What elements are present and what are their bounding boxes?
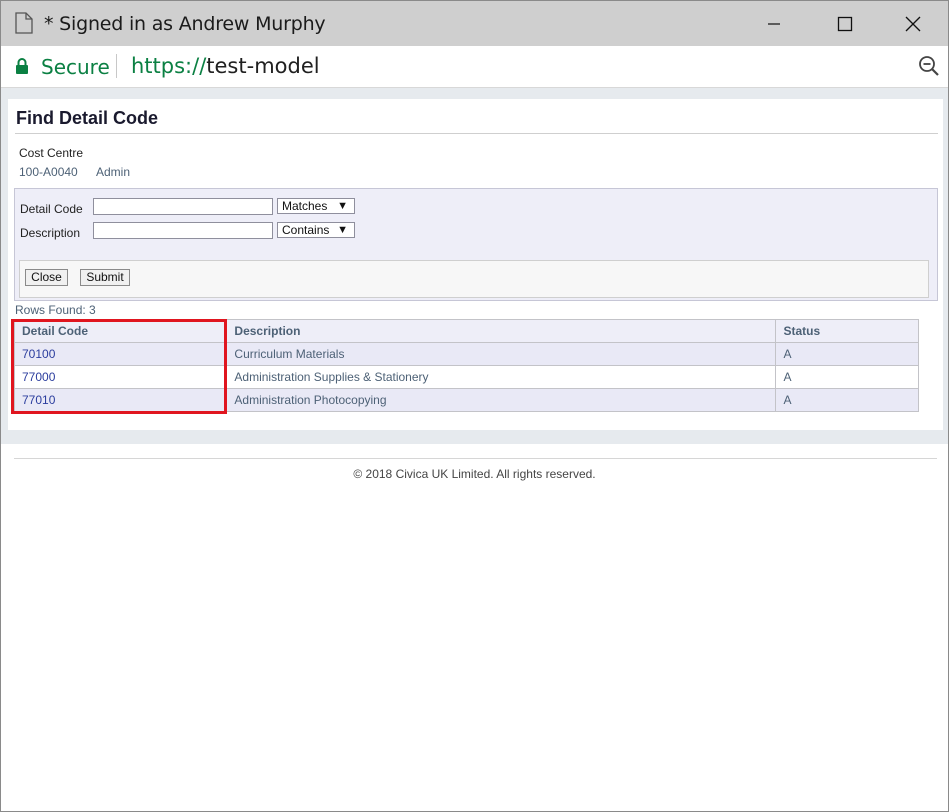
url[interactable]: https://test-model	[131, 54, 320, 78]
submit-button[interactable]: Submit	[80, 269, 130, 286]
description-input[interactable]	[93, 222, 273, 239]
address-bar[interactable]: Secure https://test-model	[1, 46, 948, 88]
page-title: Find Detail Code	[16, 108, 159, 128]
copyright-footer: © 2018 Civica UK Limited. All rights res…	[353, 467, 596, 481]
column-header-description[interactable]: Description	[226, 319, 777, 343]
status-cell: A	[775, 388, 919, 412]
table-row[interactable]: 77010 Administration Photocopying A	[13, 388, 919, 412]
address-separator	[116, 54, 117, 78]
button-bar	[19, 260, 929, 298]
zoom-icon[interactable]	[918, 55, 940, 77]
detail-code-link[interactable]: 77000	[13, 365, 228, 389]
close-window-button[interactable]	[890, 1, 936, 46]
status-cell: A	[775, 342, 919, 366]
url-host: test-model	[206, 54, 320, 78]
title-divider	[15, 133, 938, 134]
column-header-detail-code[interactable]: Detail Code	[13, 319, 228, 343]
maximize-icon	[837, 16, 853, 31]
status-cell: A	[775, 365, 919, 389]
column-header-status[interactable]: Status	[775, 319, 919, 343]
close-icon	[905, 16, 921, 31]
url-scheme: https://	[131, 54, 207, 78]
description-label: Description	[20, 226, 81, 240]
document-icon	[15, 12, 33, 34]
secure-label: Secure	[41, 55, 110, 79]
detail-code-label: Detail Code	[20, 202, 83, 216]
description-cell: Administration Photocopying	[226, 388, 777, 412]
rows-found-count: Rows Found: 3	[15, 303, 96, 317]
description-operator-select[interactable]: Contains ▼	[277, 222, 355, 238]
browser-window: * Signed in as Andrew Murphy Secure http…	[0, 0, 949, 812]
cost-centre-label: Cost Centre	[19, 146, 84, 160]
detail-code-operator-value: Matches	[282, 199, 328, 213]
detail-code-operator-select[interactable]: Matches ▼	[277, 198, 355, 214]
table-header-row: Detail Code Description Status	[13, 319, 919, 343]
dropdown-arrow-icon: ▼	[337, 200, 348, 212]
footer-divider	[14, 458, 937, 459]
description-cell: Administration Supplies & Stationery	[226, 365, 777, 389]
detail-code-link[interactable]: 77010	[13, 388, 228, 412]
description-operator-value: Contains	[282, 223, 330, 237]
results-table: Detail Code Description Status 70100 Cur…	[13, 319, 919, 412]
window-title: * Signed in as Andrew Murphy	[44, 13, 326, 35]
title-bar: * Signed in as Andrew Murphy	[1, 1, 948, 46]
close-button[interactable]: Close	[25, 269, 68, 286]
detail-code-link[interactable]: 70100	[13, 342, 228, 366]
minimize-icon	[768, 22, 780, 25]
cost-centre-code: 100-A0040	[19, 165, 78, 179]
maximize-button[interactable]	[822, 1, 868, 46]
table-row[interactable]: 70100 Curriculum Materials A	[13, 342, 919, 366]
dropdown-arrow-icon: ▼	[337, 224, 348, 236]
minimize-button[interactable]	[751, 1, 797, 46]
lock-icon	[16, 58, 28, 74]
cost-centre-name: Admin	[96, 165, 131, 179]
detail-code-input[interactable]	[93, 198, 273, 215]
table-row[interactable]: 77000 Administration Supplies & Statione…	[13, 365, 919, 389]
description-cell: Curriculum Materials	[226, 342, 777, 366]
